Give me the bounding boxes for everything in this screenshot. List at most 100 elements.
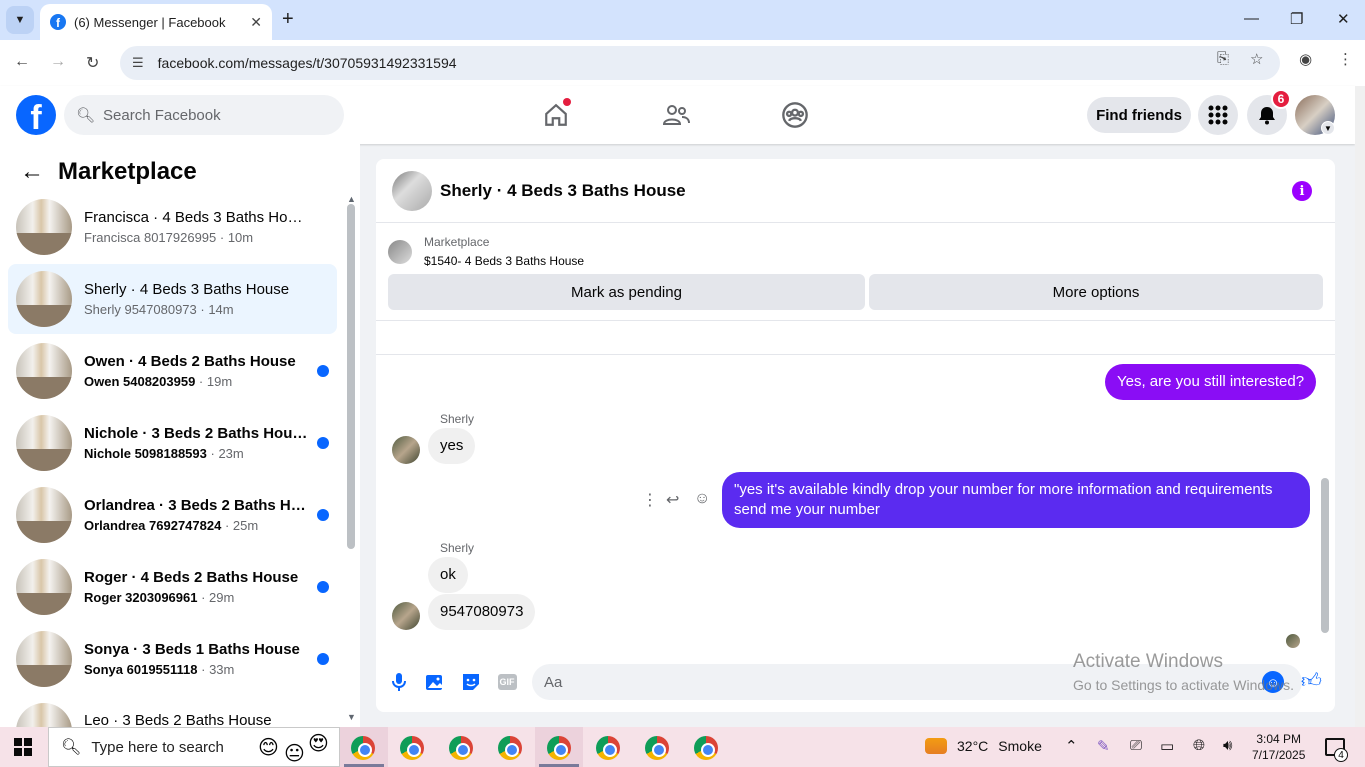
- conversation-item-roger[interactable]: Roger · 4 Beds 2 Baths House Roger 32030…: [8, 552, 337, 622]
- browser-tab[interactable]: f (6) Messenger | Facebook ✕: [40, 4, 272, 40]
- close-window-icon[interactable]: ✕: [1337, 10, 1350, 28]
- temperature: 32°C: [957, 738, 989, 754]
- tab-close-icon[interactable]: ✕: [250, 14, 262, 31]
- search-highlight-emoji-icon[interactable]: 😐: [284, 741, 305, 766]
- browser-menu-icon[interactable]: ⋮: [1338, 50, 1353, 68]
- list-scroll-down-icon[interactable]: ▼: [347, 712, 356, 722]
- conversation-item-sherly[interactable]: Sherly · 4 Beds 3 Baths House Sherly 954…: [8, 264, 337, 334]
- chrome-taskbar-icon[interactable]: [449, 736, 473, 760]
- search-input[interactable]: [103, 106, 324, 124]
- page-scrollbar[interactable]: [1355, 86, 1365, 727]
- conversation-item-leo[interactable]: Leo · 3 Beds 2 Baths House: [8, 696, 337, 727]
- react-emoji-icon[interactable]: ☺: [694, 490, 710, 508]
- battery-icon[interactable]: ▭: [1160, 737, 1174, 755]
- incoming-message[interactable]: ok: [428, 557, 468, 593]
- pen-icon[interactable]: ✎: [1097, 737, 1110, 755]
- chat-scrollbar-thumb[interactable]: [1321, 478, 1329, 633]
- menu-grid-icon[interactable]: [1198, 95, 1238, 135]
- unread-dot: [317, 509, 329, 521]
- list-header: ← Marketplace: [20, 158, 197, 186]
- more-options-button[interactable]: More options: [869, 274, 1323, 310]
- groups-icon[interactable]: [780, 100, 810, 130]
- outgoing-message[interactable]: "yes it's available kindly drop your num…: [722, 472, 1310, 528]
- chrome-taskbar-icon[interactable]: [645, 736, 669, 760]
- minimize-icon[interactable]: —: [1244, 10, 1259, 27]
- tab-title: (6) Messenger | Facebook: [74, 14, 226, 30]
- photo-icon[interactable]: [424, 671, 446, 693]
- restore-icon[interactable]: ❐: [1290, 10, 1303, 28]
- sticker-icon[interactable]: [460, 671, 482, 693]
- thumbs-up-icon[interactable]: 👍︎: [1301, 669, 1322, 693]
- conversation-info-icon[interactable]: i: [1292, 181, 1312, 201]
- install-app-icon[interactable]: ⎘: [1217, 50, 1229, 67]
- new-tab-button[interactable]: +: [282, 8, 294, 31]
- site-info-icon[interactable]: ☰: [132, 55, 144, 71]
- list-scroll-up-icon[interactable]: ▲: [347, 194, 356, 204]
- gif-icon[interactable]: GIF: [496, 671, 518, 693]
- find-friends-button[interactable]: Find friends: [1087, 97, 1191, 133]
- back-icon[interactable]: ←: [14, 53, 30, 71]
- outgoing-message[interactable]: Yes, are you still interested?: [1105, 364, 1317, 400]
- show-hidden-icons-chevron-up-icon[interactable]: ⌃: [1065, 737, 1078, 755]
- conversation-item-nichole[interactable]: Nichole · 3 Beds 2 Baths House Nichole 5…: [8, 408, 337, 478]
- microphone-icon[interactable]: [388, 671, 410, 693]
- search-highlight-emoji-icon[interactable]: 😊: [258, 735, 279, 760]
- sender-name: Sherly: [440, 541, 475, 555]
- facebook-logo[interactable]: f: [16, 95, 56, 135]
- listing-thumbnail: [16, 703, 72, 727]
- tab-search-button[interactable]: ▼: [6, 6, 34, 34]
- divider: [376, 354, 1335, 355]
- list-scrollbar-thumb[interactable]: [347, 204, 355, 549]
- reload-icon[interactable]: ↻: [86, 53, 99, 73]
- list-title: Marketplace: [58, 158, 197, 185]
- browser-address-bar: ← → ↻ ☰ facebook.com/messages/t/30705931…: [0, 40, 1365, 86]
- forward-icon[interactable]: →: [50, 53, 66, 71]
- incoming-message[interactable]: yes: [428, 428, 476, 464]
- windows-start-icon[interactable]: [14, 738, 32, 756]
- weather-widget[interactable]: 32°C Smoke: [925, 738, 1042, 754]
- listing-thumbnail: [16, 631, 72, 687]
- sender-avatar[interactable]: [392, 602, 420, 630]
- conversation-item-francisca[interactable]: Francisca · 4 Beds 3 Baths House Francis…: [8, 192, 337, 262]
- conversation-time: 14m: [208, 302, 234, 317]
- volume-icon[interactable]: 🔊︎: [1223, 737, 1232, 754]
- chrome-taskbar-icon[interactable]: [694, 736, 718, 760]
- back-arrow-icon[interactable]: ←: [20, 158, 44, 186]
- url-bar[interactable]: ☰ facebook.com/messages/t/30705931492331…: [120, 46, 1280, 80]
- account-chevron-down-icon[interactable]: ▼: [1321, 121, 1335, 135]
- chrome-taskbar-icon[interactable]: [547, 736, 571, 760]
- browser-tab-bar: ▼ f (6) Messenger | Facebook ✕ + — ❐ ✕: [0, 0, 1365, 40]
- sender-avatar[interactable]: [392, 436, 420, 464]
- notification-badge: 6: [1271, 89, 1291, 109]
- chrome-taskbar-icon[interactable]: [498, 736, 522, 760]
- conversation-item-owen[interactable]: Owen · 4 Beds 2 Baths House Owen 5408203…: [8, 336, 337, 406]
- taskbar-clock[interactable]: 3:04 PM 7/17/2025: [1252, 731, 1305, 763]
- conversation-name: Owen · 4 Beds 2 Baths House: [84, 353, 296, 370]
- conversation-time: 25m: [232, 518, 259, 533]
- listing-thumbnail: [16, 271, 72, 327]
- search-highlight-emoji-icon[interactable]: 😍: [308, 731, 329, 756]
- friends-icon[interactable]: [661, 100, 691, 130]
- bookmark-star-icon[interactable]: ☆: [1250, 50, 1263, 68]
- marketplace-listing-row[interactable]: Marketplace $1540- 4 Beds 3 Baths House: [388, 235, 584, 268]
- facebook-search[interactable]: 🔍︎: [64, 95, 344, 135]
- network-globe-icon[interactable]: 🌐︎: [1193, 737, 1205, 754]
- chat-listing-thumbnail[interactable]: [392, 170, 432, 211]
- mark-as-pending-button[interactable]: Mark as pending: [388, 274, 865, 310]
- more-actions-icon[interactable]: ⋮: [642, 490, 658, 510]
- conversation-item-orlandrea[interactable]: Orlandrea · 3 Beds 2 Baths Ho... Orlandr…: [8, 480, 337, 550]
- chrome-taskbar-icon[interactable]: [351, 736, 375, 760]
- home-notification-dot: [563, 98, 571, 106]
- reply-icon[interactable]: ↩: [666, 490, 679, 510]
- seen-indicator-avatar: [1286, 634, 1300, 648]
- chat-title[interactable]: Sherly · 4 Beds 3 Baths House: [440, 181, 686, 201]
- sender-name: Sherly: [440, 412, 475, 426]
- profile-icon[interactable]: ◉: [1299, 50, 1312, 68]
- chrome-taskbar-icon[interactable]: [400, 736, 424, 760]
- conversation-item-sonya[interactable]: Sonya · 3 Beds 1 Baths House Sonya 60195…: [8, 624, 337, 694]
- conversation-name: Leo · 3 Beds 2 Baths House: [84, 712, 272, 727]
- incoming-message[interactable]: 9547080973: [428, 594, 536, 630]
- meet-now-icon[interactable]: ⎚: [1130, 737, 1142, 754]
- chrome-taskbar-icon[interactable]: [596, 736, 620, 760]
- taskbar-search-input[interactable]: [91, 738, 252, 756]
